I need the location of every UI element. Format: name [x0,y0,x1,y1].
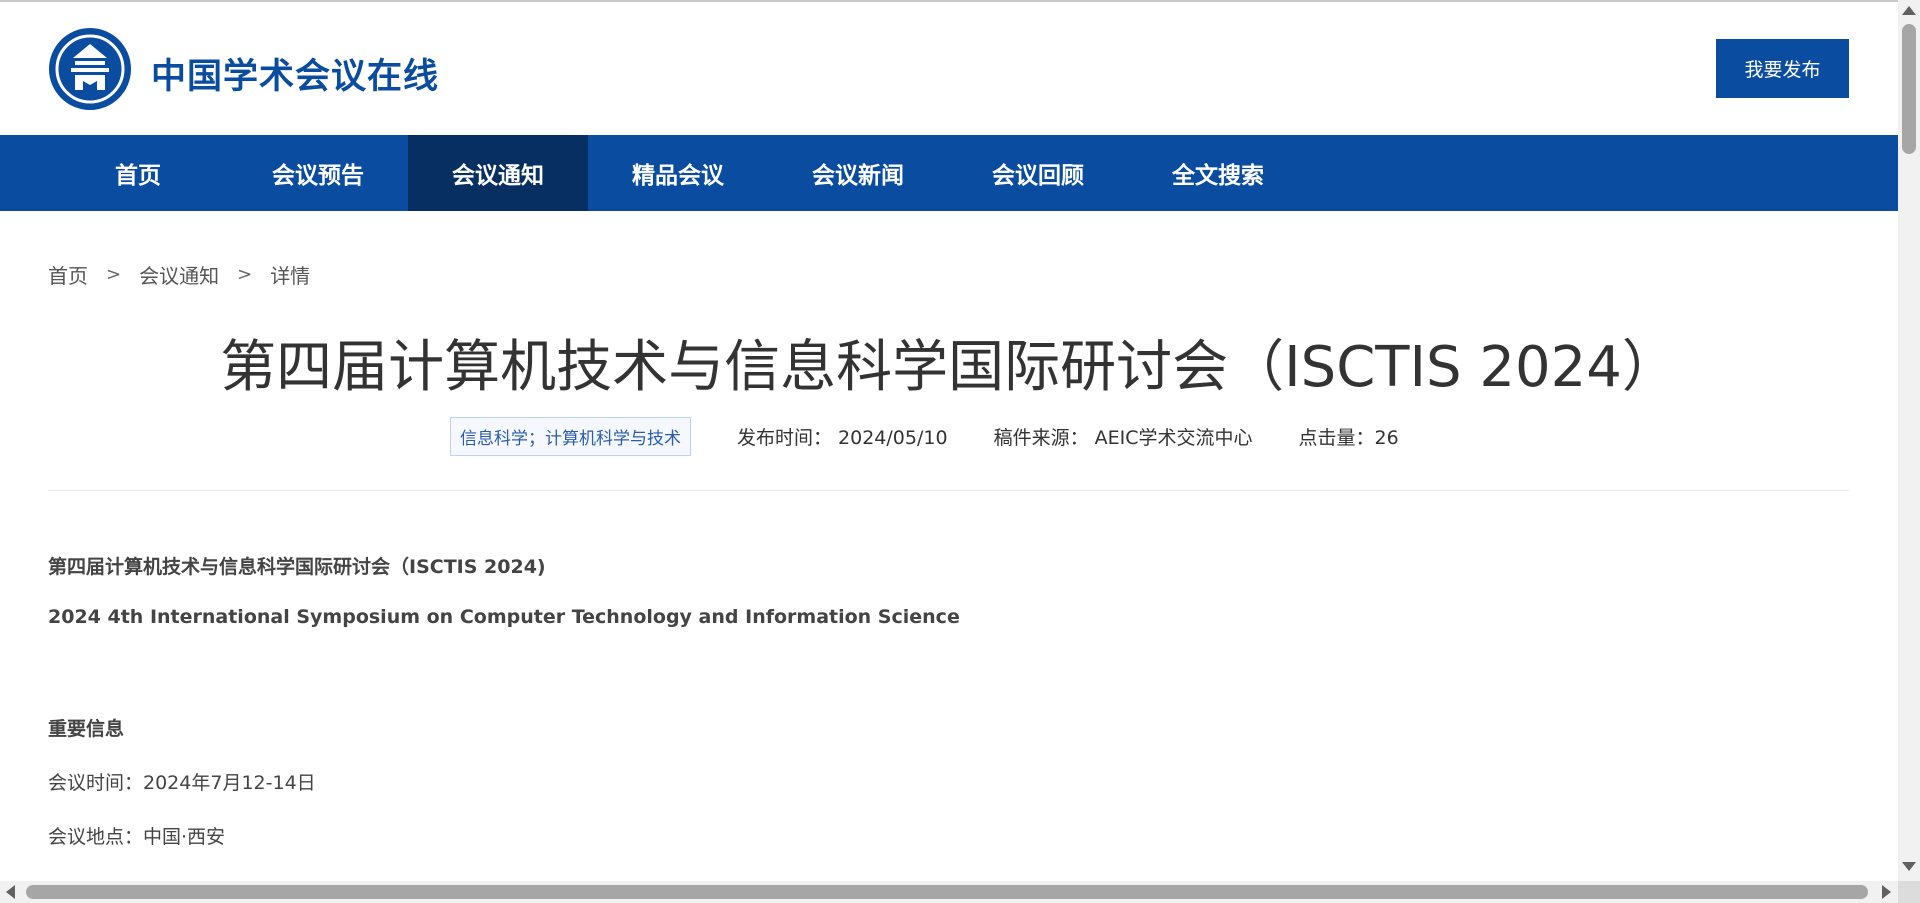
vertical-scroll-thumb[interactable] [1902,24,1916,154]
nav-item-search[interactable]: 全文搜索 [1128,135,1308,211]
scroll-down-icon[interactable] [1902,862,1916,871]
divider [48,490,1849,491]
meeting-time: 会议时间：2024年7月12-14日 [48,772,316,794]
main-nav: 首页 会议预告 会议通知 精品会议 会议新闻 会议回顾 全文搜索 [0,135,1898,211]
chevron-right-icon: > [106,264,122,285]
site-logo[interactable] [49,28,131,110]
site-header: 中国学术会议在线 我要发布 [0,2,1898,135]
scroll-up-icon[interactable] [1902,6,1916,15]
body-title-cn: 第四届计算机技术与信息科学国际研讨会（ISCTIS 2024) [48,556,546,578]
scroll-right-icon[interactable] [1882,885,1891,899]
article-meta: 信息科学；计算机科学与技术 发布时间： 2024/05/10 稿件来源： AEI… [450,417,1445,456]
browser-viewport: 中国学术会议在线 我要发布 首页 会议预告 会议通知 精品会议 会议新闻 会议回… [0,0,1898,881]
chevron-right-icon: > [237,264,253,285]
page-title: 第四届计算机技术与信息科学国际研讨会（ISCTIS 2024） [220,335,1678,400]
nav-item-featured[interactable]: 精品会议 [588,135,768,211]
meeting-place: 会议地点：中国·西安 [48,826,226,848]
breadcrumb-home[interactable]: 首页 [48,260,88,289]
publish-button[interactable]: 我要发布 [1716,39,1849,98]
vertical-scrollbar[interactable] [1898,0,1920,881]
horizontal-scroll-thumb[interactable] [26,885,1868,899]
category-tag[interactable]: 信息科学；计算机科学与技术 [450,417,691,456]
horizontal-scrollbar[interactable] [0,881,1898,903]
click-count: 点击量：26 [1298,427,1399,449]
nav-item-notice[interactable]: 会议通知 [408,135,588,211]
scroll-left-icon[interactable] [6,885,15,899]
nav-item-preview[interactable]: 会议预告 [228,135,408,211]
nav-item-news[interactable]: 会议新闻 [768,135,948,211]
academy-building-icon [55,34,125,104]
section-heading: 重要信息 [48,718,125,740]
breadcrumb-section[interactable]: 会议通知 [139,260,219,289]
article-source: 稿件来源： AEIC学术交流中心 [993,427,1253,449]
scrollbar-corner [1898,881,1920,903]
breadcrumb: 首页 > 会议通知 > 详情 [48,260,310,289]
site-name[interactable]: 中国学术会议在线 [151,48,439,99]
nav-item-home[interactable]: 首页 [48,135,228,211]
nav-item-review[interactable]: 会议回顾 [948,135,1128,211]
publish-time: 发布时间： 2024/05/10 [737,427,948,449]
breadcrumb-current: 详情 [270,264,311,288]
body-title-en: 2024 4th International Symposium on Comp… [48,606,960,628]
